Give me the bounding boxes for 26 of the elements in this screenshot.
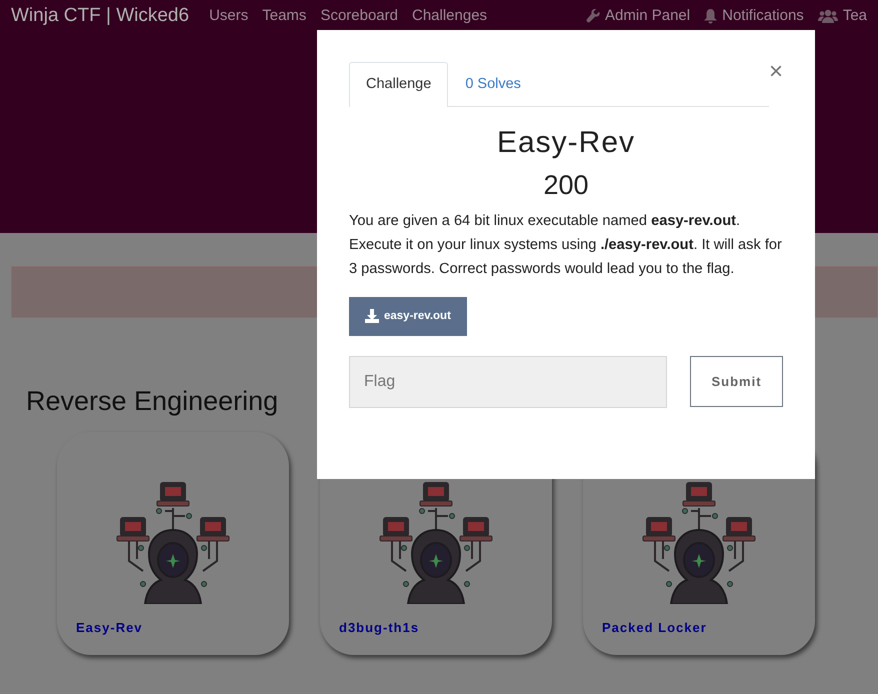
nav-link[interactable]: Tea [818,6,867,26]
challenge-name: Easy-Rev [76,619,143,637]
challenge-description: You are given a 64 bit linux executable named easy-rev.out. Execute it on your linux systems using ./easy-rev.out. It will ask for 3 passwords. Correct passwords would lead you to the flag. [349,212,783,279]
download-icon [365,309,379,324]
challenge-points: 200 [542,168,590,202]
nav-link[interactable]: Admin Panel [586,6,690,26]
wrench-icon [586,9,600,23]
challenge-card[interactable]: Easy-Rev [57,432,289,655]
nav-link[interactable]: Users [209,6,248,26]
submit-button[interactable]: Submit [690,356,783,407]
nav-link[interactable]: Challenges [412,6,488,26]
challenge-name: d3bug-th1s [339,619,420,637]
download-button[interactable]: easy-rev.out [349,296,467,336]
modal-tab[interactable]: 0 Solves [448,62,538,107]
users-icon [818,9,838,23]
modal-tab[interactable]: Challenge [349,62,448,107]
nav-link[interactable]: Teams [262,6,306,26]
bell-icon [704,8,718,24]
nav-link[interactable]: Scoreboard [320,6,398,26]
flag-input-field[interactable]: Flag [349,356,667,408]
close-button[interactable]: × [768,60,783,84]
nav-link[interactable]: Notifications [704,6,804,26]
brand-logo-text[interactable]: Winja CTF | Wicked6 [11,6,190,26]
challenge-name: Packed Locker [602,619,707,637]
challenge-title: Easy-Rev [496,124,636,161]
category-heading: Reverse Engineering [26,385,278,418]
